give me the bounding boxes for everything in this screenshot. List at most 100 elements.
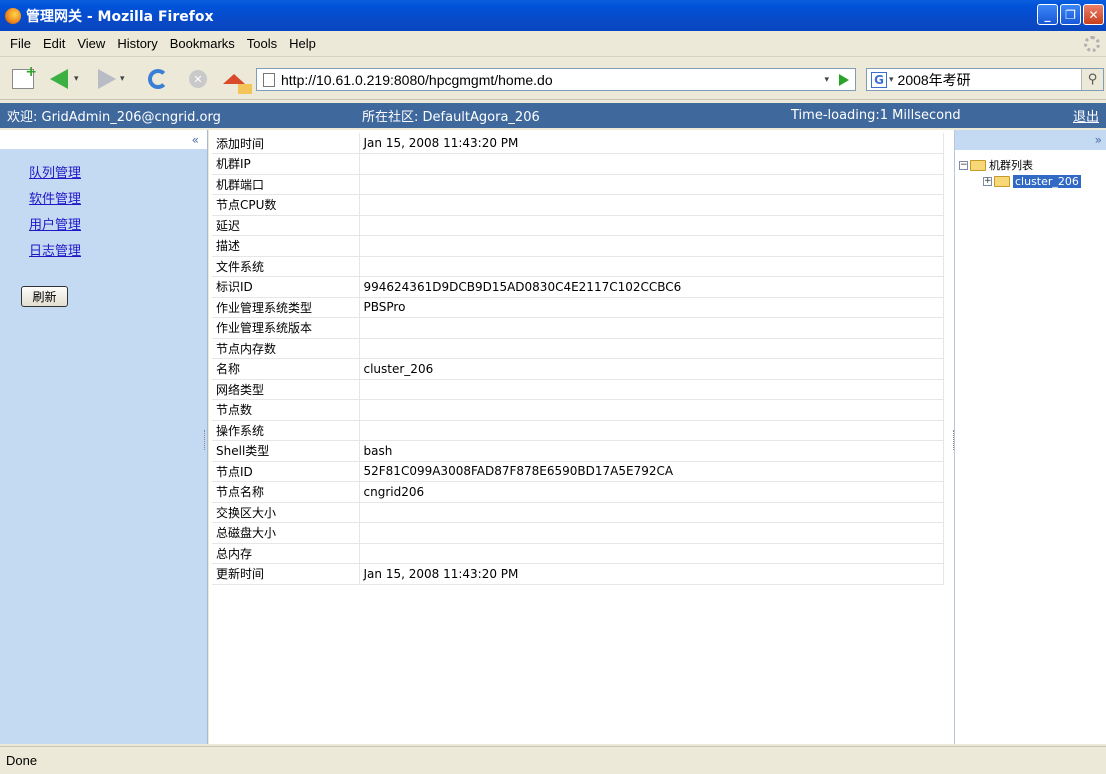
logout-link[interactable]: 退出 (1073, 106, 1099, 125)
reload-button[interactable] (148, 66, 168, 92)
property-row: 更新时间 Jan 15, 2008 11:43:20 PM (212, 563, 944, 585)
property-row: 操作系统 (212, 420, 944, 441)
url-history-dropdown[interactable]: ▾ (824, 75, 829, 85)
menu-bar: File Edit View History Bookmarks Tools H… (0, 31, 1106, 57)
property-row: 机群IP (212, 153, 944, 175)
property-value (359, 256, 944, 277)
left-nav: 队列管理 软件管理 用户管理 日志管理 (0, 161, 207, 265)
property-value (359, 543, 944, 564)
tree-root-label[interactable]: 机群列表 (989, 157, 1033, 173)
property-key: Shell类型 (212, 440, 360, 462)
property-value (359, 399, 944, 421)
tree-child-row[interactable]: + cluster_206 (983, 173, 1081, 189)
property-row: Shell类型 bash (212, 440, 944, 462)
property-key: 机群IP (212, 153, 360, 175)
menu-history[interactable]: History (117, 36, 157, 51)
url-bar[interactable]: http://10.61.0.219:8080/hpcgmgmt/home.do… (256, 68, 856, 91)
firefox-logo-icon (5, 7, 21, 24)
property-key: 交换区大小 (212, 502, 360, 523)
property-row: 标识ID 994624361D9DCB9D15AD0830C4E2117C102C… (212, 276, 944, 298)
maximize-button[interactable]: ❐ (1060, 4, 1081, 25)
new-tab-icon (12, 64, 37, 89)
search-input[interactable]: 2008年考研 (898, 70, 971, 90)
new-tab-button[interactable] (12, 64, 37, 92)
folder-icon (994, 175, 1010, 187)
nav-user-management[interactable]: 用户管理 (29, 213, 207, 239)
expand-node-icon[interactable]: + (983, 176, 992, 186)
property-row: 添加时间 Jan 15, 2008 11:43:20 PM (212, 133, 944, 154)
property-value (359, 522, 944, 544)
refresh-button[interactable]: 刷新 (21, 286, 68, 307)
back-button[interactable] (50, 66, 68, 92)
menu-tools[interactable]: Tools (247, 36, 277, 51)
property-row: 节点CPU数 (212, 194, 944, 216)
property-key: 描述 (212, 235, 360, 257)
property-row: 机群端口 (212, 174, 944, 195)
property-row: 节点内存数 (212, 338, 944, 359)
forward-dropdown-button[interactable]: ▾ (120, 66, 125, 92)
expand-right-button[interactable]: » (1095, 133, 1102, 147)
collapse-left-button[interactable]: « (192, 133, 199, 147)
tree-node-cluster[interactable]: cluster_206 (1013, 174, 1081, 188)
property-key: 文件系统 (212, 256, 360, 277)
property-value (359, 420, 944, 441)
property-row: 交换区大小 (212, 502, 944, 523)
property-key: 网络类型 (212, 379, 360, 400)
left-panel-header: « (0, 130, 207, 150)
property-key: 标识ID (212, 276, 360, 298)
nav-queue-management[interactable]: 队列管理 (29, 161, 207, 187)
property-row: 作业管理系统类型 PBSPro (212, 297, 944, 318)
property-row: 延迟 (212, 215, 944, 236)
property-key: 操作系统 (212, 420, 360, 441)
page-icon (263, 72, 275, 87)
tree-root-row[interactable]: − 机群列表 (959, 157, 1081, 173)
property-value: 994624361D9DCB9D15AD0830C4E2117C102CCBC6 (359, 276, 944, 298)
stop-button[interactable]: ✕ (189, 66, 207, 92)
property-value (359, 379, 944, 400)
folder-open-icon (970, 159, 986, 171)
menu-view[interactable]: View (77, 36, 105, 51)
property-row: 节点ID 52F81C099A3008FAD87F878E6590BD17A5E7… (212, 461, 944, 482)
property-value (359, 153, 944, 175)
menu-edit[interactable]: Edit (43, 36, 65, 51)
menu-bookmarks[interactable]: Bookmarks (170, 36, 235, 51)
property-value: 52F81C099A3008FAD87F878E6590BD17A5E792CA (359, 461, 944, 482)
left-splitter-handle[interactable] (204, 430, 207, 450)
window-title: 管理网关 - Mozilla Firefox (26, 8, 214, 25)
collapse-node-icon[interactable]: − (959, 160, 968, 170)
property-value: cluster_206 (359, 358, 944, 380)
property-value: cngrid206 (359, 481, 944, 503)
url-text[interactable]: http://10.61.0.219:8080/hpcgmgmt/home.do (281, 72, 553, 88)
property-key: 作业管理系统类型 (212, 297, 360, 318)
menu-file[interactable]: File (10, 36, 31, 51)
navigation-toolbar: ▾ ▾ ✕ http://10.61.0.219:8080/hpcgmgmt/h… (0, 58, 1106, 100)
forward-icon (98, 69, 116, 89)
right-splitter-handle[interactable] (953, 430, 956, 450)
home-icon (223, 74, 252, 94)
cluster-details-panel: 添加时间 Jan 15, 2008 11:43:20 PM 机群IP 机群端口 节点CP… (209, 130, 954, 744)
property-value (359, 174, 944, 195)
cluster-tree: − 机群列表 + cluster_206 (959, 157, 1081, 189)
nav-software-management[interactable]: 软件管理 (29, 187, 207, 213)
search-engine-icon[interactable]: G (871, 71, 887, 88)
left-panel: « 队列管理 软件管理 用户管理 日志管理 刷新 (0, 130, 208, 744)
search-button[interactable]: ⚲ (1081, 69, 1103, 90)
close-button[interactable]: ✕ (1083, 4, 1104, 25)
minimize-button[interactable]: _ (1037, 4, 1058, 25)
forward-button[interactable] (98, 66, 116, 92)
search-engine-dropdown[interactable]: ▾ (889, 75, 894, 85)
nav-log-management[interactable]: 日志管理 (29, 239, 207, 265)
property-row: 描述 (212, 235, 944, 257)
property-value (359, 338, 944, 359)
go-icon[interactable] (839, 73, 849, 86)
back-dropdown-button[interactable]: ▾ (74, 66, 79, 92)
menu-help[interactable]: Help (289, 36, 316, 51)
property-value: PBSPro (359, 297, 944, 318)
property-row: 节点数 (212, 399, 944, 421)
property-row: 名称 cluster_206 (212, 358, 944, 380)
search-bar[interactable]: G ▾ 2008年考研 ⚲ (866, 68, 1104, 91)
property-key: 总内存 (212, 543, 360, 564)
property-value (359, 215, 944, 236)
property-key: 节点名称 (212, 481, 360, 503)
home-button[interactable] (223, 66, 252, 94)
